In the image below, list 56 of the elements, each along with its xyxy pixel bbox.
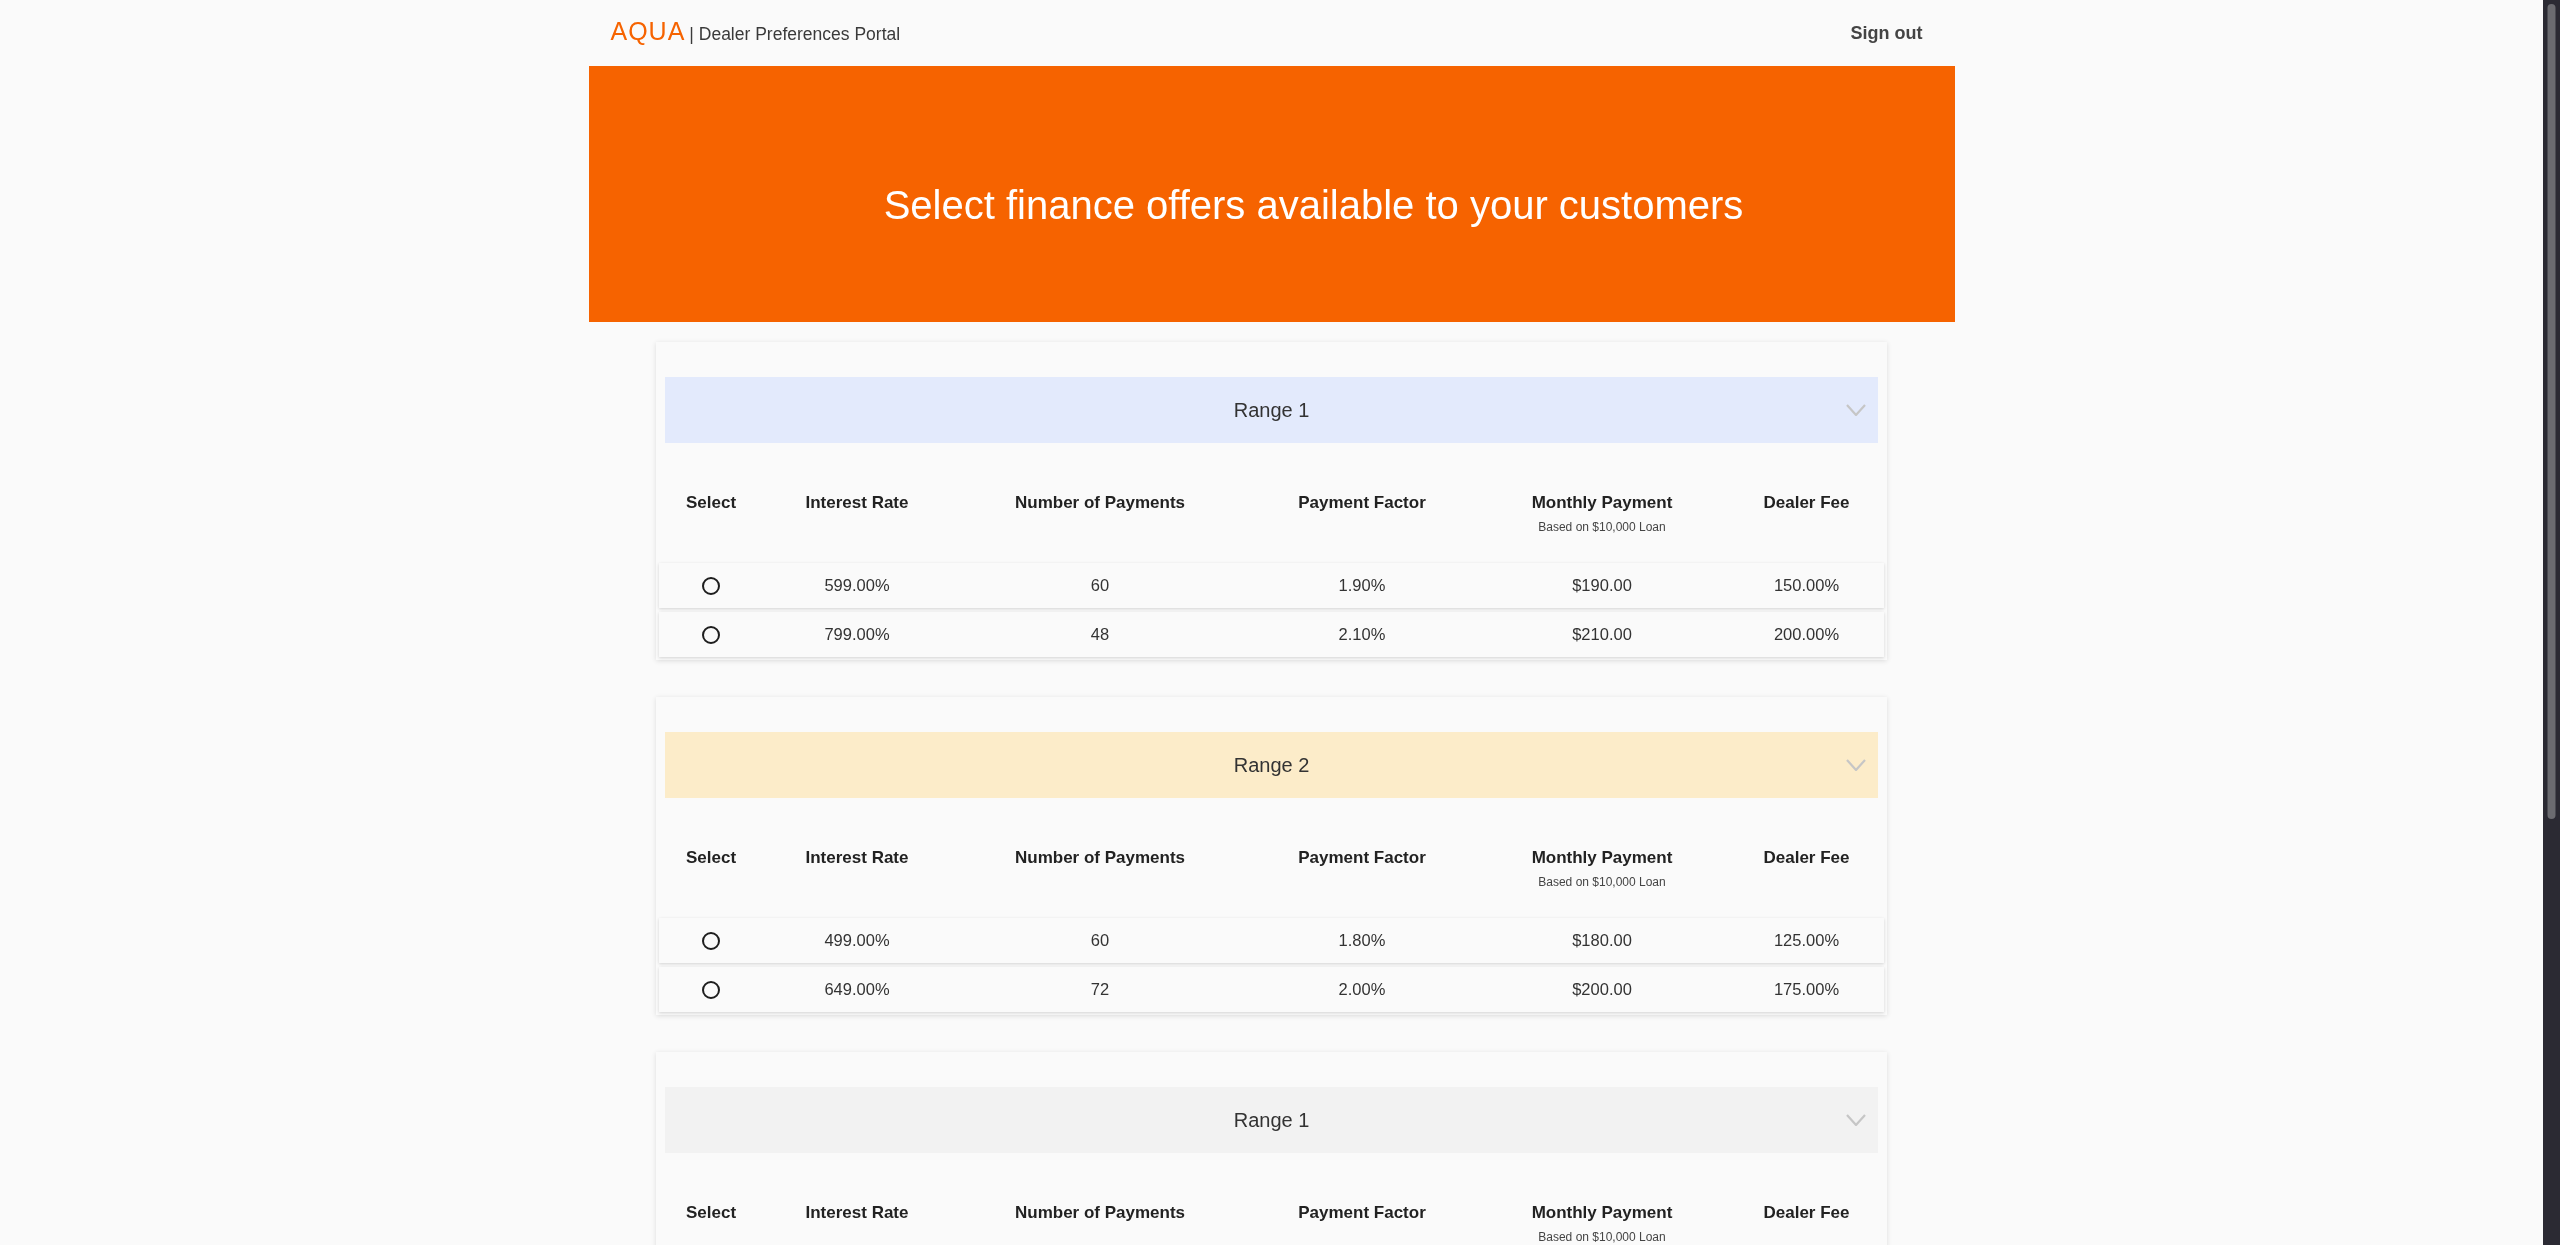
column-header: Interest Rate <box>805 1203 909 1223</box>
table-cell: 125.00% <box>1773 931 1840 950</box>
table-cell: 499.00% <box>824 931 890 950</box>
column-note: Based on $10,000 Loan <box>1538 520 1666 534</box>
table-cell: 1.90% <box>1338 576 1386 595</box>
table-cell: 2.10% <box>1338 625 1386 644</box>
column-header: Payment Factor <box>1298 493 1426 513</box>
scrollbar-drawing[interactable] <box>2543 0 2560 1245</box>
column-note: Based on $10,000 Loan <box>1538 875 1666 889</box>
column-note: Based on $10,000 Loan <box>1538 1230 1666 1244</box>
table-cell: 48 <box>1090 625 1110 644</box>
chevron-down-icon <box>1846 1114 1866 1126</box>
sign-out-link[interactable]: Sign out <box>1850 22 1923 44</box>
column-header: Monthly Payment <box>1531 1203 1673 1223</box>
table-cell: 60 <box>1090 931 1110 950</box>
table-cell: $190.00 <box>1572 576 1632 595</box>
table-cell: 799.00% <box>824 625 890 644</box>
table-cell: $200.00 <box>1572 980 1632 999</box>
column-header: Interest Rate <box>805 848 909 868</box>
radio-button[interactable] <box>702 625 720 644</box>
radio-button[interactable] <box>702 576 720 595</box>
table-cell: 1.80% <box>1338 931 1386 950</box>
column-header: Number of Payments <box>1014 1203 1185 1223</box>
banner-heading: Select finance offers available to your customers <box>883 182 1744 228</box>
table-cell: 599.00% <box>824 576 890 595</box>
radio-button[interactable] <box>702 980 720 999</box>
range-header[interactable]: Range 1 <box>665 1087 1878 1153</box>
column-header: Number of Payments <box>1014 848 1185 868</box>
column-header: Dealer Fee <box>1763 1203 1850 1223</box>
column-header: Select <box>685 1203 737 1223</box>
table-cell: 649.00% <box>824 980 890 999</box>
column-header: Number of Payments <box>1014 493 1185 513</box>
logo: AQUA <box>610 16 686 46</box>
table-cell: 150.00% <box>1773 576 1840 595</box>
column-header: Monthly Payment <box>1531 848 1673 868</box>
column-header: Select <box>685 848 737 868</box>
radio-button[interactable] <box>702 931 720 950</box>
chevron-down-icon <box>1846 404 1866 416</box>
table-cell: 175.00% <box>1773 980 1840 999</box>
table-cell: $180.00 <box>1572 931 1632 950</box>
range-header[interactable]: Range 1 <box>665 377 1878 443</box>
table-cell: 72 <box>1090 980 1110 999</box>
table-cell: $210.00 <box>1572 625 1632 644</box>
range-header[interactable]: Range 2 <box>665 732 1878 798</box>
table-cell: 2.00% <box>1338 980 1386 999</box>
column-header: Dealer Fee <box>1763 493 1850 513</box>
column-header: Dealer Fee <box>1763 848 1850 868</box>
portal-title: | Dealer Preferences Portal <box>689 23 901 45</box>
column-header: Payment Factor <box>1298 848 1426 868</box>
column-header: Select <box>685 493 737 513</box>
table-cell: 200.00% <box>1773 625 1840 644</box>
chevron-down-icon <box>1846 759 1866 771</box>
column-header: Monthly Payment <box>1531 493 1673 513</box>
table-cell: 60 <box>1090 576 1110 595</box>
column-header: Payment Factor <box>1298 1203 1426 1223</box>
column-header: Interest Rate <box>805 493 909 513</box>
